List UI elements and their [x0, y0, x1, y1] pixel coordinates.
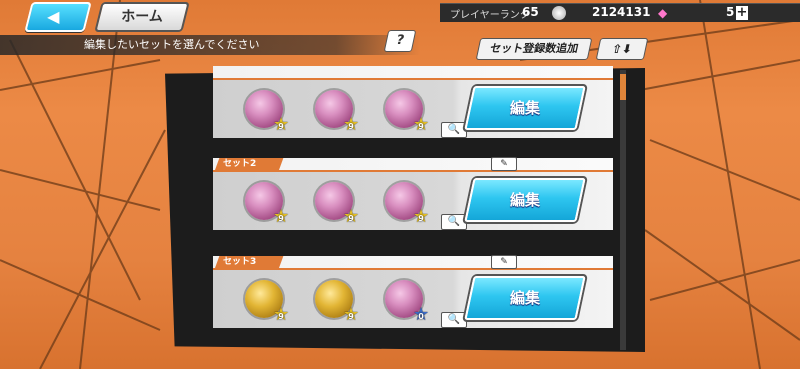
set-card: セット3 ✎ ★ 9 ★ 9 ★ 0 🔍 編集 [213, 255, 613, 336]
medal-level: 9 [278, 214, 284, 223]
magnifier-icon[interactable]: 🔍 [441, 122, 467, 138]
medal-level: 9 [348, 312, 354, 321]
set-body: ★ 9 ★ 9 ★ 0 🔍 編集 [213, 270, 613, 328]
medal-slot[interactable]: ★ 9 [245, 280, 289, 324]
status-bar: プレイヤーランク 65 2124131 ◆ 5 + [440, 3, 800, 22]
medal-slot[interactable]: ★ 9 [315, 280, 359, 324]
rank-label: プレイヤーランク [450, 10, 530, 21]
rename-pencil-icon[interactable]: ✎ [491, 255, 517, 269]
home-label: ホーム [121, 9, 163, 25]
medal-slot[interactable]: ★ 0 [385, 280, 429, 324]
help-button[interactable]: ? [383, 30, 417, 52]
medal-level: 9 [348, 122, 354, 131]
medal-slot[interactable]: ★ 9 [385, 182, 429, 226]
scrollbar[interactable] [620, 70, 626, 350]
medal-level: 9 [418, 122, 424, 131]
coin-value: 2124131 [592, 5, 651, 19]
rank-value: 65 [522, 5, 539, 19]
instruction-bar: 編集したいセットを選んでください [0, 35, 420, 55]
add-set-slot-button[interactable]: セット登録数追加 [475, 38, 593, 60]
set-tag: セット3 [214, 256, 284, 269]
edit-button[interactable]: 編集 [464, 178, 586, 222]
gem-value: 5 [726, 5, 735, 19]
medal-level: 9 [418, 214, 424, 223]
set-card: ★ 9 ★ 9 ★ 9 🔍 編集 [213, 66, 613, 146]
rename-pencil-icon[interactable]: ✎ [491, 157, 517, 171]
add-gem-button[interactable]: + [736, 6, 748, 20]
edit-button[interactable]: 編集 [464, 276, 586, 320]
magnifier-icon[interactable]: 🔍 [441, 312, 467, 328]
medal-slot[interactable]: ★ 9 [315, 90, 359, 134]
set-tag: セット2 [214, 158, 284, 171]
back-arrow-icon: ◀ [47, 7, 60, 26]
coin-icon [552, 6, 566, 20]
edit-label: 編集 [509, 191, 540, 209]
medal-slot[interactable]: ★ 9 [315, 182, 359, 226]
edit-label: 編集 [509, 99, 540, 117]
magnifier-icon[interactable]: 🔍 [441, 214, 467, 230]
medal-slot[interactable]: ★ 9 [385, 90, 429, 134]
medal-slot[interactable]: ★ 9 [245, 182, 289, 226]
medal-level: 9 [278, 312, 284, 321]
back-button[interactable]: ◀ [24, 2, 92, 32]
medal-level: 9 [278, 122, 284, 131]
medal-slot[interactable]: ★ 9 [245, 90, 289, 134]
medal-level: 0 [418, 312, 424, 321]
set-header [213, 66, 613, 80]
edit-label: 編集 [509, 289, 540, 307]
instruction-text: 編集したいセットを選んでください [84, 38, 260, 51]
gem-icon: ◆ [658, 6, 668, 20]
sort-button[interactable]: ⇧⬇ [595, 38, 649, 60]
edit-button[interactable]: 編集 [464, 86, 586, 130]
medal-level: 9 [348, 214, 354, 223]
set-body: ★ 9 ★ 9 ★ 9 🔍 編集 [213, 80, 613, 138]
set-name: セット3 [223, 257, 257, 267]
set-body: ★ 9 ★ 9 ★ 9 🔍 編集 [213, 172, 613, 230]
home-button[interactable]: ホーム [94, 2, 190, 32]
set-card: セット2 ✎ ★ 9 ★ 9 ★ 9 🔍 編集 [213, 157, 613, 238]
set-name: セット2 [223, 159, 257, 169]
scrollbar-thumb[interactable] [620, 74, 626, 100]
